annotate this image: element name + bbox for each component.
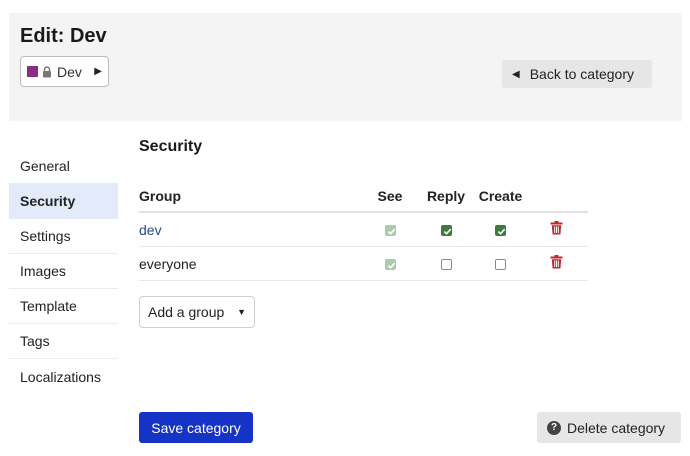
category-color-swatch bbox=[27, 66, 38, 77]
add-group-label: Add a group bbox=[148, 304, 225, 320]
page-title: Edit: Dev bbox=[20, 25, 107, 47]
sidebar-item-settings[interactable]: Settings bbox=[9, 219, 118, 254]
table-row: everyone bbox=[139, 247, 588, 281]
trash-icon[interactable] bbox=[550, 255, 563, 272]
sidebar-item-template[interactable]: Template bbox=[9, 289, 118, 324]
back-to-category-label: Back to category bbox=[529, 66, 634, 82]
create-checkbox[interactable] bbox=[495, 259, 506, 271]
caret-right-icon: ▶ bbox=[94, 66, 102, 77]
table-header: Group See Reply Create bbox=[139, 180, 588, 213]
create-checkbox[interactable] bbox=[495, 225, 506, 237]
lock-icon bbox=[42, 65, 52, 78]
sidebar-item-general[interactable]: General bbox=[9, 149, 118, 184]
column-header-group: Group bbox=[139, 187, 181, 204]
caret-down-icon: ▼ bbox=[237, 307, 246, 317]
column-header-reply: Reply bbox=[426, 187, 466, 204]
sidebar-item-tags[interactable]: Tags bbox=[9, 324, 118, 359]
group-link-dev[interactable]: dev bbox=[139, 222, 162, 238]
add-group-dropdown[interactable]: Add a group ▼ bbox=[139, 296, 255, 328]
sidebar-nav: General Security Settings Images Templat… bbox=[9, 149, 118, 394]
save-category-button[interactable]: Save category bbox=[139, 412, 253, 443]
see-checkbox[interactable] bbox=[384, 225, 396, 237]
section-title: Security bbox=[139, 138, 203, 155]
category-badge-label: Dev bbox=[57, 63, 82, 80]
delete-category-button[interactable]: ? Delete category bbox=[537, 412, 681, 443]
column-header-see: See bbox=[377, 187, 403, 204]
caret-left-icon: ◀ bbox=[512, 68, 520, 80]
sidebar-item-localizations[interactable]: Localizations bbox=[9, 359, 118, 394]
delete-category-label: Delete category bbox=[567, 419, 666, 436]
see-checkbox[interactable] bbox=[384, 259, 396, 271]
group-label-everyone: everyone bbox=[139, 255, 197, 272]
permissions-table: Group See Reply Create dev everyone bbox=[139, 180, 588, 281]
trash-icon[interactable] bbox=[550, 221, 563, 238]
reply-checkbox[interactable] bbox=[440, 225, 452, 237]
column-header-create: Create bbox=[478, 187, 523, 204]
question-circle-icon: ? bbox=[547, 420, 561, 435]
sidebar-item-images[interactable]: Images bbox=[9, 254, 118, 289]
back-to-category-button[interactable]: ◀ Back to category bbox=[502, 60, 652, 88]
category-badge[interactable]: Dev ▶ bbox=[20, 56, 109, 87]
sidebar-item-security[interactable]: Security bbox=[9, 184, 118, 219]
reply-checkbox[interactable] bbox=[440, 259, 452, 271]
table-row: dev bbox=[139, 213, 588, 247]
